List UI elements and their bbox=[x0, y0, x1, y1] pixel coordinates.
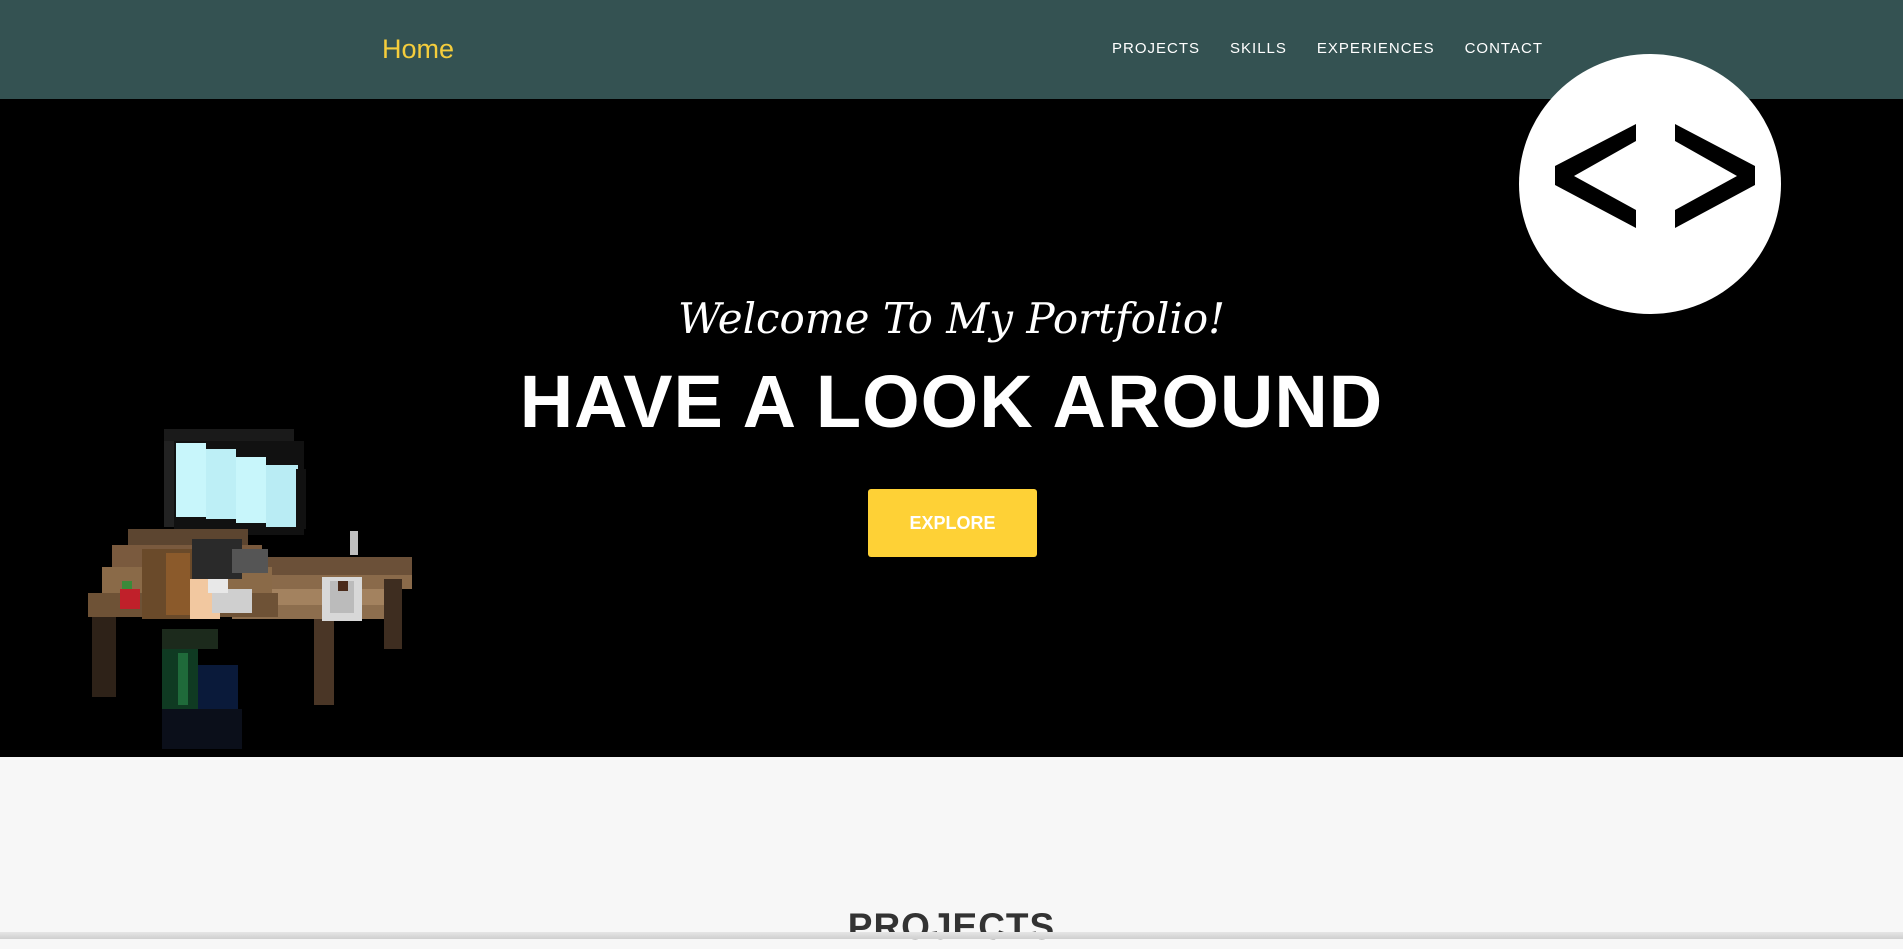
projects-section: PROJECTS bbox=[0, 757, 1903, 947]
nav-link-experiences[interactable]: EXPERIENCES bbox=[1317, 40, 1435, 58]
pixel-art-programmer-illustration bbox=[82, 429, 422, 757]
nav-links: PROJECTS SKILLS EXPERIENCES CONTACT bbox=[1112, 40, 1543, 58]
nav-link-projects[interactable]: PROJECTS bbox=[1112, 40, 1200, 58]
code-brackets-icon bbox=[1519, 54, 1781, 314]
home-brand-link[interactable]: Home bbox=[382, 32, 454, 66]
projects-heading: PROJECTS bbox=[847, 906, 1056, 947]
nav-link-skills[interactable]: SKILLS bbox=[1230, 40, 1287, 58]
explore-button[interactable]: EXPLORE bbox=[868, 489, 1037, 557]
bottom-shadow bbox=[0, 932, 1903, 939]
